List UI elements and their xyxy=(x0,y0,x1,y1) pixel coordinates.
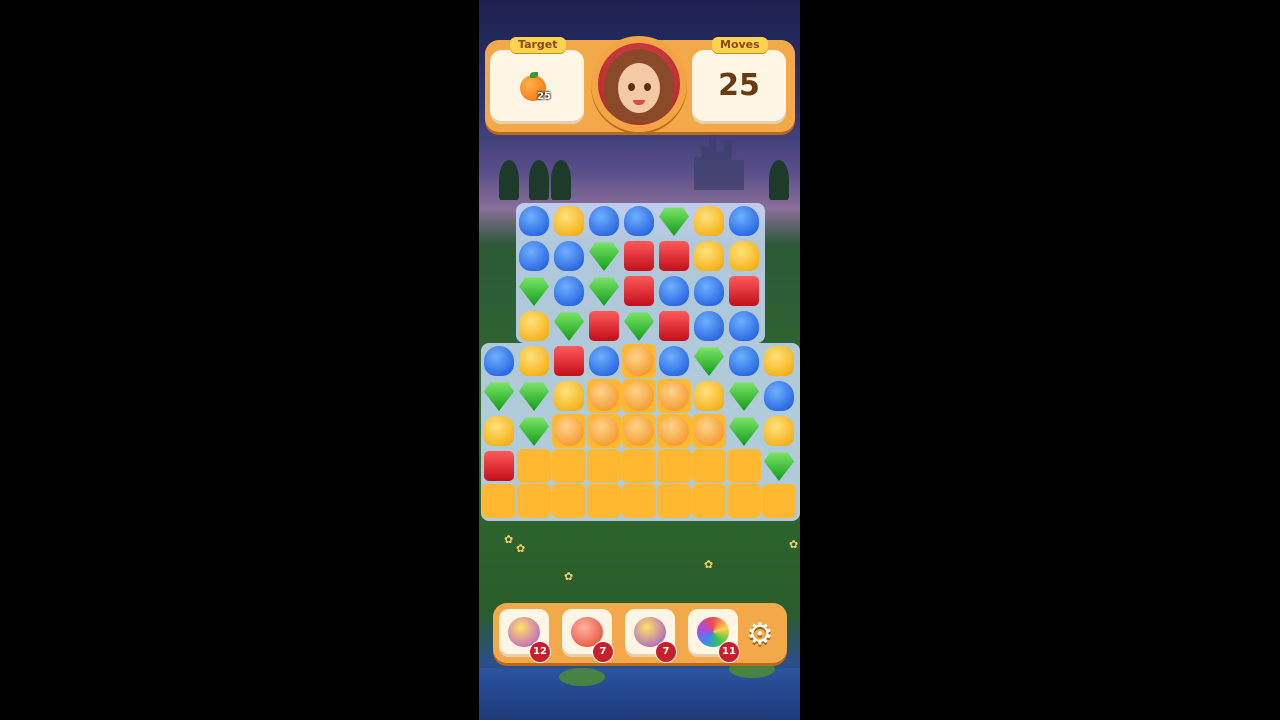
orange-tile[interactable] xyxy=(624,381,654,411)
jelly-block xyxy=(692,484,726,518)
blue-tile[interactable] xyxy=(519,206,549,236)
jelly-block xyxy=(657,484,691,518)
orange-tile[interactable] xyxy=(624,416,654,446)
blue-tile[interactable] xyxy=(589,206,619,236)
blue-tile[interactable] xyxy=(729,346,759,376)
blue-tile[interactable] xyxy=(694,311,724,341)
tree-decoration xyxy=(499,160,519,200)
blue-tile[interactable] xyxy=(484,346,514,376)
gear-icon[interactable]: ⚙ xyxy=(742,617,778,653)
yellow-tile[interactable] xyxy=(764,346,794,376)
blue-tile[interactable] xyxy=(694,276,724,306)
red-tile[interactable] xyxy=(484,451,514,481)
avatar-image xyxy=(598,43,680,125)
jelly-block xyxy=(692,449,726,483)
jelly-block xyxy=(727,449,761,483)
jelly-block xyxy=(482,484,516,518)
yellow-tile[interactable] xyxy=(554,206,584,236)
orange-tile[interactable] xyxy=(694,416,724,446)
yellow-tile[interactable] xyxy=(694,241,724,271)
jelly-block xyxy=(762,484,796,518)
moves-counter: 25 xyxy=(718,68,760,103)
yellow-tile[interactable] xyxy=(764,416,794,446)
red-tile[interactable] xyxy=(729,276,759,306)
blue-tile[interactable] xyxy=(519,241,549,271)
orange-tile[interactable] xyxy=(659,416,689,446)
red-tile[interactable] xyxy=(554,346,584,376)
blue-tile[interactable] xyxy=(659,346,689,376)
blue-tile[interactable] xyxy=(659,276,689,306)
jelly-block xyxy=(622,484,656,518)
tree-decoration xyxy=(769,160,789,200)
blue-tile[interactable] xyxy=(554,241,584,271)
red-tile[interactable] xyxy=(659,241,689,271)
booster-count-badge: 12 xyxy=(529,641,551,663)
flower-decoration: ✿ xyxy=(564,570,574,583)
yellow-tile[interactable] xyxy=(694,206,724,236)
jelly-block xyxy=(517,484,551,518)
jelly-block xyxy=(517,449,551,483)
blue-tile[interactable] xyxy=(624,206,654,236)
orange-tile[interactable] xyxy=(659,381,689,411)
jelly-block xyxy=(587,449,621,483)
blue-tile[interactable] xyxy=(729,311,759,341)
yellow-tile[interactable] xyxy=(519,346,549,376)
tree-decoration xyxy=(551,160,571,200)
booster-count-badge: 7 xyxy=(592,641,614,663)
yellow-tile[interactable] xyxy=(729,241,759,271)
orange-tile[interactable] xyxy=(589,381,619,411)
game-screen: Target Moves 25 25 ✿ ✿ ✿ ✿ ✿ 12 7 7 11 ⚙ xyxy=(479,0,800,720)
red-tile[interactable] xyxy=(624,276,654,306)
moves-label: Moves xyxy=(712,37,768,53)
orange-leaf-icon xyxy=(530,72,538,78)
jelly-block xyxy=(657,449,691,483)
jelly-block xyxy=(727,484,761,518)
yellow-tile[interactable] xyxy=(484,416,514,446)
orange-tile[interactable] xyxy=(554,416,584,446)
yellow-tile[interactable] xyxy=(694,381,724,411)
yellow-tile[interactable] xyxy=(554,381,584,411)
booster-count-badge: 11 xyxy=(718,641,740,663)
blue-tile[interactable] xyxy=(589,346,619,376)
red-tile[interactable] xyxy=(624,241,654,271)
red-tile[interactable] xyxy=(589,311,619,341)
yellow-tile[interactable] xyxy=(519,311,549,341)
castle-silhouette xyxy=(694,135,744,190)
flower-decoration: ✿ xyxy=(504,533,514,546)
booster-count-badge: 7 xyxy=(655,641,677,663)
flower-decoration: ✿ xyxy=(704,558,714,571)
red-tile[interactable] xyxy=(659,311,689,341)
target-label: Target xyxy=(510,37,566,53)
orange-tile[interactable] xyxy=(624,346,654,376)
blue-tile[interactable] xyxy=(729,206,759,236)
jelly-block xyxy=(552,449,586,483)
jelly-block xyxy=(552,484,586,518)
blue-tile[interactable] xyxy=(554,276,584,306)
flower-decoration: ✿ xyxy=(516,542,526,555)
lily-pad xyxy=(559,668,605,686)
orange-tile[interactable] xyxy=(589,416,619,446)
target-count: 25 xyxy=(537,91,551,102)
jelly-block xyxy=(587,484,621,518)
flower-decoration: ✿ xyxy=(789,538,799,551)
jelly-block xyxy=(622,449,656,483)
tree-decoration xyxy=(529,160,549,200)
blue-tile[interactable] xyxy=(764,381,794,411)
